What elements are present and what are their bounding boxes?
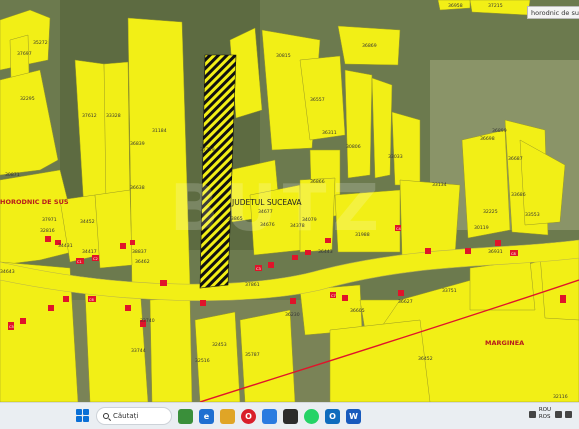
svg-text:38837: 38837 xyxy=(132,249,147,255)
svg-text:36462: 36462 xyxy=(135,259,150,265)
svg-text:36627: 36627 xyxy=(398,299,413,305)
chevron-up-icon[interactable] xyxy=(528,410,536,418)
village-label-horodnic: HORODNIC DE SUS xyxy=(0,198,69,206)
svg-text:36931: 36931 xyxy=(488,249,503,255)
svg-text:32225: 32225 xyxy=(483,209,498,215)
svg-text:33033: 33033 xyxy=(388,154,403,160)
map-canvas: BUTZ 36958 37215 35272 37697 32295 30815… xyxy=(0,0,579,402)
svg-text:32816: 32816 xyxy=(40,228,55,234)
svg-text:31988: 31988 xyxy=(355,232,370,238)
svg-text:36869: 36869 xyxy=(362,43,377,49)
search-icon xyxy=(103,413,109,419)
svg-text:34079: 34079 xyxy=(302,217,317,223)
svg-text:34677: 34677 xyxy=(258,209,273,215)
svg-text:36311: 36311 xyxy=(322,130,337,136)
svg-text:33134: 33134 xyxy=(432,182,447,188)
app-icon[interactable] xyxy=(178,408,193,424)
svg-text:32116: 32116 xyxy=(553,394,568,400)
svg-text:33751: 33751 xyxy=(442,288,457,294)
watermark: BUTZ xyxy=(170,172,385,246)
svg-text:C4: C4 xyxy=(396,227,402,231)
svg-text:37719: 37719 xyxy=(200,147,215,153)
svg-text:37215: 37215 xyxy=(488,3,503,9)
volume-icon[interactable] xyxy=(565,410,572,418)
svg-text:37861: 37861 xyxy=(245,282,260,288)
svg-text:30806: 30806 xyxy=(346,144,361,150)
svg-text:35787: 35787 xyxy=(245,352,260,358)
svg-text:35272: 35272 xyxy=(33,40,48,46)
svg-text:33865: 33865 xyxy=(228,216,243,222)
outlook-icon[interactable]: O xyxy=(325,408,340,424)
svg-text:37697: 37697 xyxy=(17,51,32,57)
system-tray: ROU ROS xyxy=(528,407,575,421)
svg-text:C1: C1 xyxy=(77,260,82,264)
wifi-icon[interactable] xyxy=(555,410,562,418)
svg-text:C2: C2 xyxy=(93,257,98,261)
svg-text:34417: 34417 xyxy=(82,249,97,255)
taskbar-search[interactable]: Căutați xyxy=(96,407,172,425)
svg-text:36866: 36866 xyxy=(310,179,325,185)
taskbar-search-placeholder: Căutați xyxy=(113,412,139,420)
file-explorer-icon[interactable] xyxy=(220,408,235,424)
svg-text:36687: 36687 xyxy=(508,156,523,162)
village-label-marginea: MARGINEA xyxy=(485,339,524,347)
svg-text:34643: 34643 xyxy=(0,269,15,275)
county-label: JUDETUL SUCEAVA xyxy=(231,198,302,207)
svg-text:36605: 36605 xyxy=(350,308,365,314)
svg-text:36557: 36557 xyxy=(310,97,325,103)
svg-text:36698: 36698 xyxy=(480,136,495,142)
svg-text:C7: C7 xyxy=(331,294,336,298)
svg-text:33686: 33686 xyxy=(511,192,526,198)
svg-text:33328: 33328 xyxy=(106,113,121,119)
svg-text:34378: 34378 xyxy=(290,223,305,229)
language-indicator[interactable]: ROU ROS xyxy=(539,407,551,421)
app-icon-dark[interactable] xyxy=(283,408,298,424)
svg-text:37971: 37971 xyxy=(42,217,57,223)
taskbar: Căutați e O O W ROU ROS xyxy=(0,402,579,429)
svg-text:36230: 36230 xyxy=(285,312,300,318)
svg-text:36958: 36958 xyxy=(448,3,463,9)
opera-icon[interactable]: O xyxy=(241,408,256,424)
svg-text:37612: 37612 xyxy=(82,113,97,119)
svg-text:32516: 32516 xyxy=(195,358,210,364)
svg-text:C5: C5 xyxy=(9,325,14,329)
svg-text:34431: 34431 xyxy=(58,243,73,249)
edge-icon[interactable]: e xyxy=(199,408,214,424)
cadastral-map[interactable]: BUTZ 36958 37215 35272 37697 32295 30815… xyxy=(0,0,579,402)
svg-text:32295: 32295 xyxy=(20,96,35,102)
whatsapp-icon[interactable] xyxy=(304,408,319,424)
svg-text:36443: 36443 xyxy=(318,249,333,255)
svg-text:36839: 36839 xyxy=(130,141,145,147)
svg-text:31184: 31184 xyxy=(152,128,167,134)
word-icon[interactable]: W xyxy=(346,408,361,424)
svg-text:34452: 34452 xyxy=(80,219,95,225)
svg-text:36452: 36452 xyxy=(418,356,433,362)
svg-text:C6: C6 xyxy=(89,298,95,302)
svg-text:C3: C3 xyxy=(256,267,261,271)
svg-text:33744: 33744 xyxy=(131,348,146,354)
svg-text:30815: 30815 xyxy=(276,53,291,59)
svg-text:33553: 33553 xyxy=(525,212,540,218)
svg-text:34676: 34676 xyxy=(260,222,275,228)
svg-text:32453: 32453 xyxy=(212,342,227,348)
svg-text:30119: 30119 xyxy=(474,225,489,231)
search-hint-box[interactable]: horodnic de sus xyxy=(527,6,579,19)
svg-text:36638: 36638 xyxy=(130,185,145,191)
svg-text:33740: 33740 xyxy=(140,318,155,324)
svg-text:30871: 30871 xyxy=(5,172,20,178)
start-icon[interactable] xyxy=(76,409,90,423)
svg-text:36899: 36899 xyxy=(492,128,507,134)
svg-text:C8: C8 xyxy=(511,252,517,256)
store-icon[interactable] xyxy=(262,408,277,424)
